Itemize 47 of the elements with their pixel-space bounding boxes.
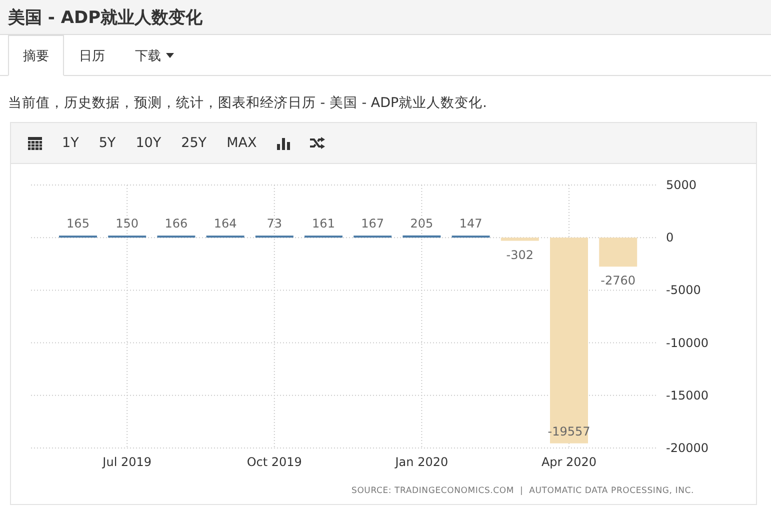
tab[interactable]: 日历 — [64, 35, 120, 76]
y-axis-label: -5000 — [666, 283, 701, 298]
data-label: -2760 — [600, 274, 636, 288]
x-axis-label: Apr 2020 — [541, 455, 597, 469]
x-axis-label: Jan 2020 — [395, 455, 448, 469]
description: 当前值，历史数据，预测，统计，图表和经济日历 - 美国 - ADP就业人数变化. — [7, 94, 488, 113]
bar — [255, 236, 294, 238]
data-label: 73 — [266, 216, 282, 231]
calendar-icon — [28, 136, 42, 150]
page-title: 美国 - ADP就业人数变化 — [0, 0, 771, 35]
y-axis-label: 5000 — [666, 178, 697, 192]
shuffle-icon — [310, 137, 325, 149]
range-button[interactable]: MAX — [218, 131, 266, 155]
bar — [500, 238, 539, 241]
data-label: 150 — [116, 216, 139, 231]
bar — [59, 236, 97, 238]
range-button[interactable]: 5Y — [90, 131, 125, 155]
bar — [304, 236, 342, 238]
source-note: SOURCE: TRADINGECONOMICS.COM | AUTOMATIC DATA PROCESSING, INC. — [352, 486, 694, 496]
data-label: 205 — [410, 216, 434, 230]
x-axis-label: Jul 2019 — [102, 455, 152, 469]
bar — [452, 236, 490, 238]
y-axis-label: -20000 — [666, 441, 709, 455]
data-label: 165 — [66, 216, 90, 231]
bar — [108, 236, 146, 238]
bar — [354, 236, 392, 238]
tab[interactable]: 下载 — [120, 35, 189, 76]
range-button[interactable]: 25Y — [172, 131, 216, 155]
range-button[interactable]: 10Y — [126, 131, 170, 155]
bar — [157, 236, 196, 238]
bar — [402, 235, 441, 238]
y-axis-label: -15000 — [666, 388, 709, 402]
data-label: -302 — [506, 248, 534, 262]
data-label: 161 — [312, 216, 335, 231]
bar-chart-icon — [276, 136, 290, 150]
data-label: 166 — [164, 216, 188, 231]
bar — [599, 238, 638, 267]
bar — [206, 236, 244, 238]
y-axis-label: -10000 — [666, 336, 709, 350]
y-axis-label: 0 — [666, 230, 674, 245]
range-button[interactable]: 1Y — [53, 131, 88, 155]
data-label: 147 — [459, 216, 482, 231]
data-label: 167 — [361, 216, 384, 231]
tab[interactable]: 摘要 — [8, 35, 64, 76]
x-axis-label: Oct 2019 — [246, 455, 302, 469]
data-label: -19557 — [548, 424, 590, 438]
data-label: 164 — [214, 216, 237, 231]
